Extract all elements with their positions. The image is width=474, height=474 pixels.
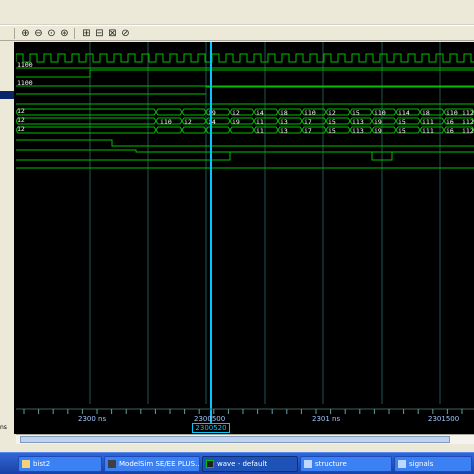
taskbar-item-signals[interactable]: signals xyxy=(394,456,472,472)
signal-value-label: 12 xyxy=(17,107,25,115)
cursor-remove-icon[interactable]: ⊟ xyxy=(93,27,106,40)
taskbar-label: ModelSim SE/EE PLUS... xyxy=(119,460,200,468)
zoom-out-icon[interactable]: ⊖ xyxy=(32,27,45,40)
bus-value-label: i8 xyxy=(422,109,430,117)
signal-value-label: 1100 xyxy=(17,79,33,87)
time-unit-corner: ns xyxy=(0,423,14,433)
bus-value-label: i13 xyxy=(352,118,364,126)
taskbar-label: bist2 xyxy=(33,460,51,468)
taskbar-item-bist2[interactable]: bist2 xyxy=(18,456,102,472)
bus-value-label: i5 xyxy=(328,118,336,126)
bus-value-label: i11 xyxy=(422,127,434,135)
waveform-canvas[interactable]: i9i2i4i8i10i2i5i10i14i8i10i12i10i2i4i9i1… xyxy=(16,42,474,434)
selected-signal-row[interactable] xyxy=(0,91,14,99)
bus-value-label: i12 xyxy=(462,127,474,135)
timeline-label: 2300500 xyxy=(194,415,225,423)
waveform-pane[interactable]: i9i2i4i8i10i2i5i10i14i8i10i12i10i2i4i9i1… xyxy=(16,42,474,434)
bus-value-label: i9 xyxy=(374,118,382,126)
bus-value-label: i3 xyxy=(280,118,288,126)
timeline-label: 2300 ns xyxy=(78,415,106,423)
control-line xyxy=(16,151,474,161)
bus-value-label: i14 xyxy=(398,109,410,117)
bus-value-label: i5 xyxy=(328,127,336,135)
windows-taskbar: bist2 ModelSim SE/EE PLUS... wave - defa… xyxy=(0,452,474,474)
timeline-label: 2301500 xyxy=(428,415,459,423)
clock-waveform xyxy=(16,53,474,63)
bus-value-label: i2 xyxy=(184,118,192,126)
bus-value-label: i3 xyxy=(280,127,288,135)
modelsim-wave-window: ⊕ ⊖ ⊙ ⊛ ⊞ ⊟ ⊠ ⊘ i9i2i4i8i10i2i5i10i14i8i… xyxy=(0,0,474,474)
toolbar-separator xyxy=(14,28,15,39)
bus-value-label: i2 xyxy=(232,109,240,117)
toolbar-separator xyxy=(74,28,75,39)
signal-value-label: 12 xyxy=(17,116,25,124)
modelsim-icon xyxy=(108,460,116,468)
bus-value-label: i8 xyxy=(280,109,288,117)
bus-value-label: i10 xyxy=(446,109,458,117)
bus-value-label: i11 xyxy=(422,118,434,126)
bus-value-label: i9 xyxy=(374,127,382,135)
wave-icon xyxy=(206,460,214,468)
signal-value-label: 12 xyxy=(17,125,25,133)
folder-icon xyxy=(22,460,30,468)
cursor-delete-icon[interactable]: ⊘ xyxy=(119,27,132,40)
bus-value-label: i7 xyxy=(304,118,312,126)
scrollbar-thumb[interactable] xyxy=(20,436,450,443)
bus-value-label: i9 xyxy=(232,118,240,126)
window-bottom-border xyxy=(0,444,474,452)
cursor-lock-icon[interactable]: ⊠ xyxy=(106,27,119,40)
bus-value-label: i6 xyxy=(446,118,454,126)
taskbar-item-wave[interactable]: wave - default xyxy=(202,456,298,472)
zoom-full-icon[interactable]: ⊙ xyxy=(45,27,58,40)
bus-value-label: i4 xyxy=(256,109,264,117)
bus-value-label: i5 xyxy=(398,118,406,126)
timeline-label: 2301 ns xyxy=(312,415,340,423)
bus-value-label: i1 xyxy=(256,118,264,126)
bus-value-label: i1 xyxy=(256,127,264,135)
bus-value-label: i5 xyxy=(352,109,360,117)
taskbar-label: wave - default xyxy=(217,460,268,468)
structure-icon xyxy=(304,460,312,468)
taskbar-item-modelsim[interactable]: ModelSim SE/EE PLUS... xyxy=(104,456,200,472)
signal-value-label: 1100 xyxy=(17,61,33,69)
wave-toolbar: ⊕ ⊖ ⊙ ⊛ ⊞ ⊟ ⊠ ⊘ xyxy=(0,25,474,41)
bus-value-label: i12 xyxy=(462,118,474,126)
bus-value-label: i2 xyxy=(328,109,336,117)
zoom-fit-icon[interactable]: ⊛ xyxy=(58,27,71,40)
taskbar-item-structure[interactable]: structure xyxy=(300,456,392,472)
bus-value-label: i6 xyxy=(446,127,454,135)
window-menu-area xyxy=(0,0,474,25)
control-line xyxy=(16,139,474,147)
taskbar-label: structure xyxy=(315,460,347,468)
bus-value-label: i10 xyxy=(160,118,172,126)
signals-icon xyxy=(398,460,406,468)
cursor-add-icon[interactable]: ⊞ xyxy=(80,27,93,40)
bus-value-label: i5 xyxy=(398,127,406,135)
bus-value-label: i13 xyxy=(352,127,364,135)
taskbar-label: signals xyxy=(409,460,434,468)
bus-value-label: i7 xyxy=(304,127,312,135)
bus-value-label: i12 xyxy=(462,109,474,117)
horizontal-scrollbar[interactable] xyxy=(16,434,474,444)
bus-value-label: i10 xyxy=(374,109,386,117)
bus-value-label: i10 xyxy=(304,109,316,117)
zoom-in-icon[interactable]: ⊕ xyxy=(19,27,32,40)
cursor-time-label[interactable]: 2300520 ps xyxy=(192,423,230,440)
signal-names-pane[interactable] xyxy=(0,42,14,434)
